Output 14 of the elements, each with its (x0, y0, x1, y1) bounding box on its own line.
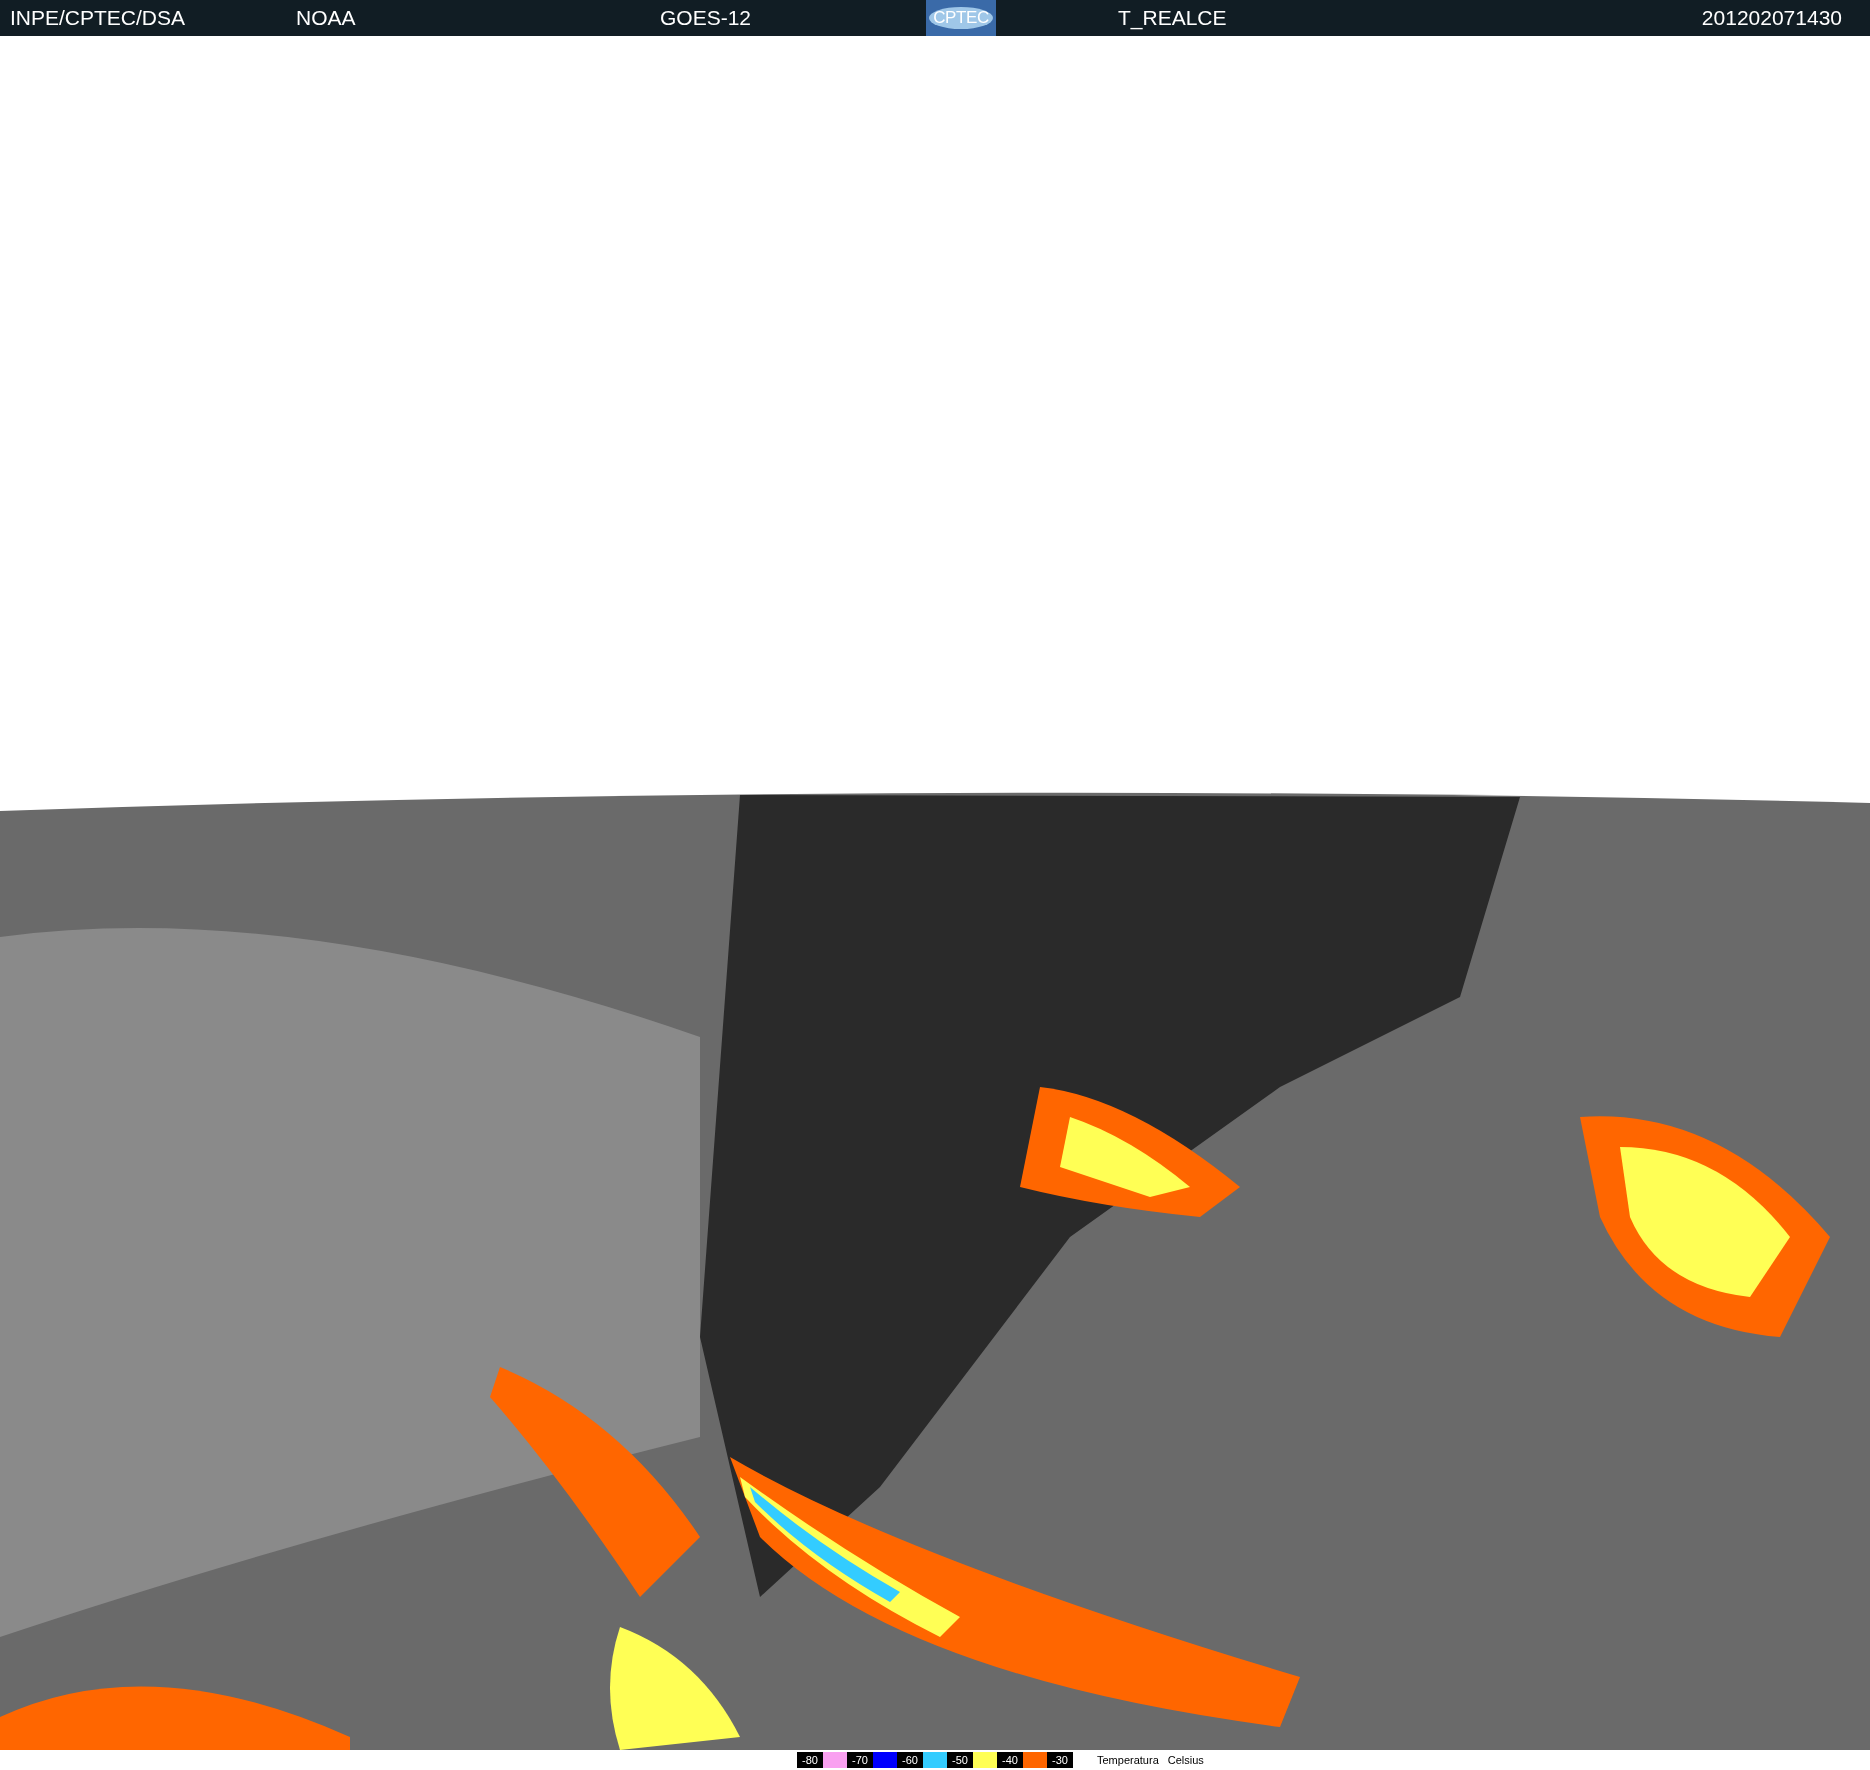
legend-label: -80 (797, 1752, 823, 1768)
legend-title: Temperatura (1097, 1752, 1159, 1768)
legend-label: -60 (897, 1752, 923, 1768)
header-label: NOAA (296, 6, 356, 30)
legend-label: -40 (997, 1752, 1023, 1768)
legend-label: -70 (847, 1752, 873, 1768)
product-label: T_REALCE (1118, 5, 1227, 32)
header-label: GOES-12 (660, 6, 752, 30)
logo: CPTEC (926, 0, 996, 36)
timestamp: 201202071430 (1701, 5, 1842, 32)
legend-label: -30 (1047, 1752, 1073, 1768)
legend-label: -50 (947, 1752, 973, 1768)
header-label: INPE/CPTEC/DSA (10, 6, 186, 30)
legend-title: Celsius (1167, 1752, 1204, 1768)
